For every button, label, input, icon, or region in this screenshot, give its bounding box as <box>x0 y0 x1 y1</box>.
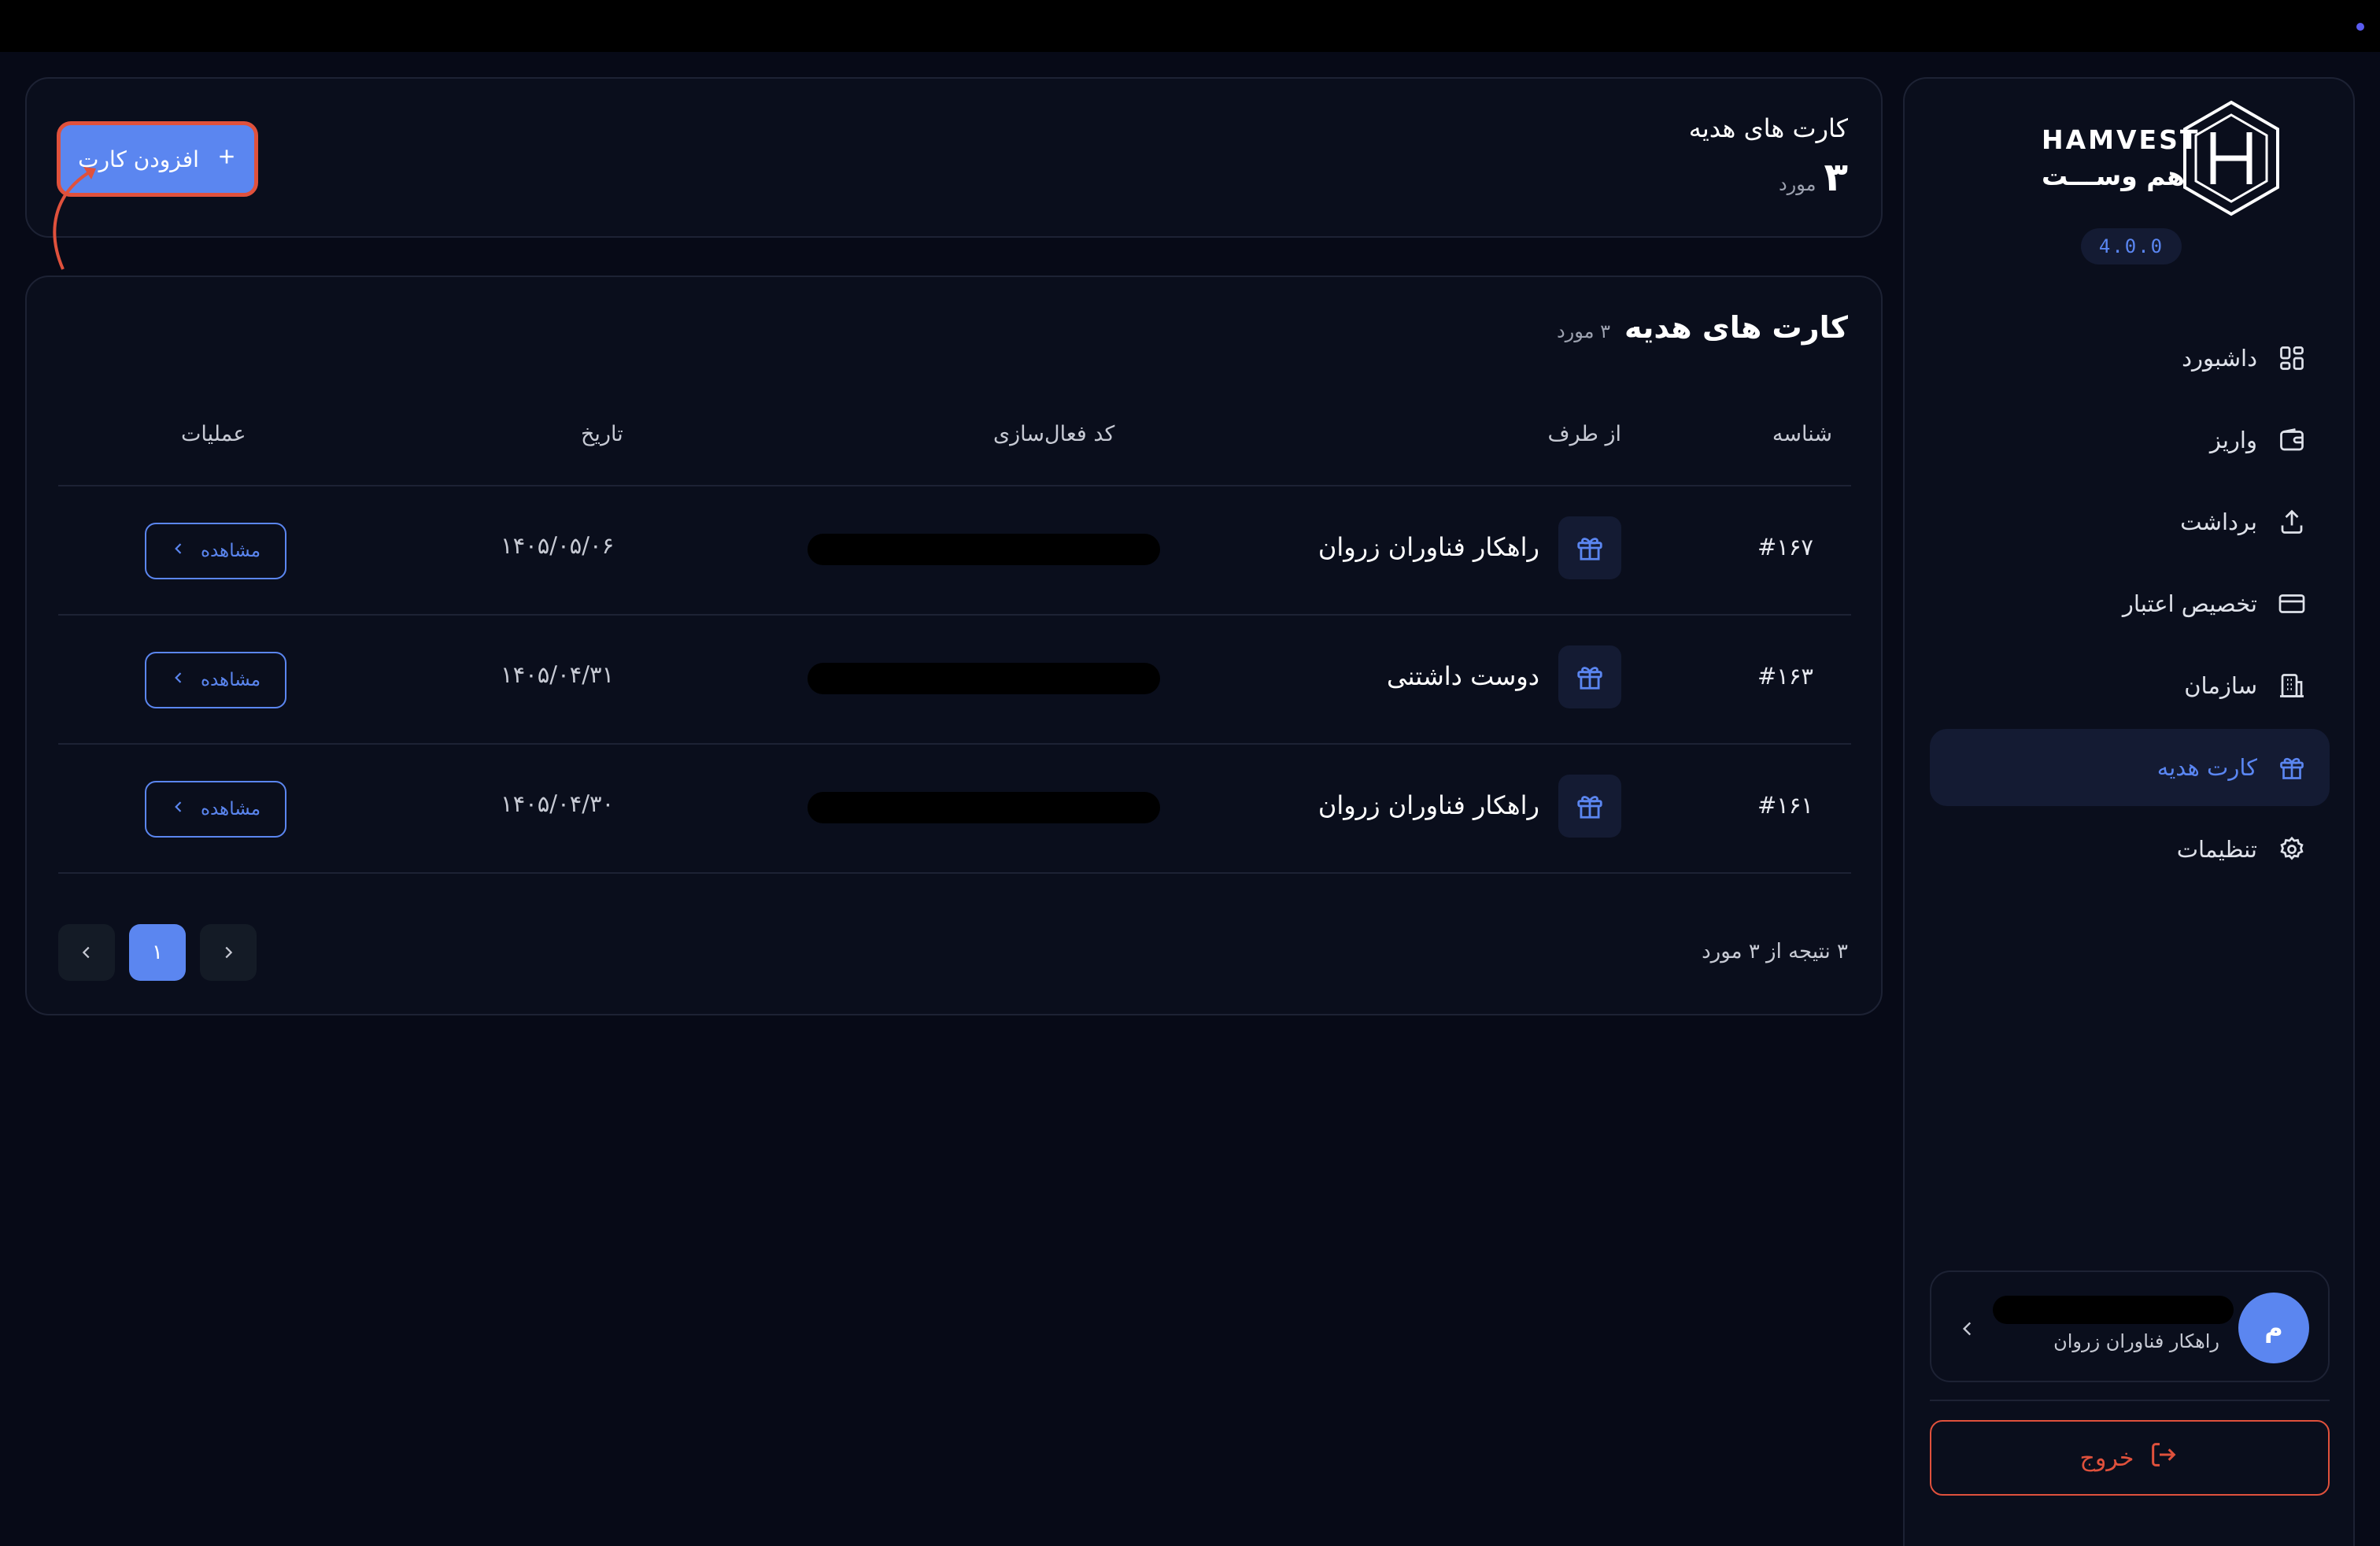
status-dot <box>2356 23 2364 31</box>
page-count: ۳ مورد <box>1779 154 1848 200</box>
cell-from: راهکار فناوران زروان <box>1318 532 1539 562</box>
table-row: #۱۶۷ راهکار فناوران زروان ۱۴۰۵/۰۵/۰۶ مشا… <box>58 486 1851 614</box>
brand-name-fa: هم وســـت <box>2042 161 2185 191</box>
add-card-button[interactable]: افزودن کارت <box>57 121 258 197</box>
pagination-next-button[interactable] <box>58 924 115 981</box>
top-bar <box>0 0 2380 52</box>
sidebar-item-label: تخصیص اعتبار <box>2122 590 2257 617</box>
brand-name-en: HAMVEST <box>2042 124 2201 155</box>
user-name-redacted <box>1993 1296 2234 1324</box>
sidebar-item-label: کارت هدیه <box>2156 754 2257 781</box>
sidebar-item-label: واریز <box>2209 427 2257 453</box>
results-summary: ۳ نتیجه از ۳ مورد <box>1702 940 1848 963</box>
logout-icon <box>2148 1439 2179 1477</box>
cell-from: راهکار فناوران زروان <box>1318 790 1539 820</box>
count-unit: مورد <box>1778 173 1816 195</box>
version-badge: 4.0.0 <box>2081 228 2182 264</box>
cell-id: #۱۶۱ <box>1757 792 1813 819</box>
brand-logo[interactable]: HAMVEST هم وســـت <box>2038 98 2290 216</box>
gift-icon <box>1558 516 1621 579</box>
table-row: #۱۶۳ دوست داشتنی ۱۴۰۵/۰۴/۳۱ مشاهده <box>58 616 1851 743</box>
logout-button[interactable]: خروج <box>1930 1420 2330 1496</box>
cell-date: ۱۴۰۵/۰۴/۳۱ <box>501 661 615 688</box>
cell-date: ۱۴۰۵/۰۵/۰۶ <box>501 532 615 559</box>
sidebar-item-deposit[interactable]: واریز <box>1930 401 2330 479</box>
table-count: ۳ مورد <box>1556 320 1611 342</box>
sidebar-item-label: داشبورد <box>2182 345 2257 372</box>
sidebar-item-settings[interactable]: تنظیمات <box>1930 811 2330 888</box>
gear-icon <box>2276 834 2308 865</box>
view-label: مشاهده <box>200 670 261 690</box>
view-label: مشاهده <box>200 541 261 561</box>
plus-icon <box>216 146 237 172</box>
activation-code-redacted <box>808 534 1160 565</box>
wallet-icon <box>2276 424 2308 456</box>
chevron-right-icon <box>225 946 233 959</box>
chevron-left-icon <box>171 541 187 561</box>
user-profile-card[interactable]: م راهکار فناوران زروان <box>1930 1270 2330 1382</box>
user-organization: راهکار فناوران زروان <box>2053 1330 2219 1352</box>
avatar: م <box>2238 1293 2309 1363</box>
pagination-prev-button[interactable] <box>200 924 257 981</box>
column-header-date: تاریخ <box>581 422 623 446</box>
cell-from: دوست داشتنی <box>1386 661 1539 691</box>
gift-cards-table-panel: کارت های هدیه ۳ مورد شناسه از طرف کد فعا… <box>25 276 1883 1015</box>
view-button[interactable]: مشاهده <box>145 652 286 708</box>
sidebar-item-gift-card[interactable]: کارت هدیه <box>1930 729 2330 806</box>
sidebar-item-label: سازمان <box>2184 672 2257 699</box>
dashboard-grid-icon <box>2276 342 2308 374</box>
chevron-left-icon <box>171 670 187 690</box>
pagination-page-button[interactable]: ۱ <box>129 924 186 981</box>
page-title: کارت های هدیه <box>1688 113 1848 143</box>
sidebar-item-label: برداشت <box>2180 509 2257 535</box>
page-header: کارت های هدیه ۳ مورد افزودن کارت <box>25 77 1883 238</box>
sidebar-item-credit-allocation[interactable]: تخصیص اعتبار <box>1930 565 2330 642</box>
table-header: کارت های هدیه ۳ مورد <box>1557 310 1848 345</box>
activation-code-redacted <box>808 792 1160 823</box>
cell-date: ۱۴۰۵/۰۴/۳۰ <box>501 790 615 817</box>
pagination: ۱ <box>58 924 257 981</box>
add-card-label: افزودن کارت <box>78 146 199 172</box>
sidebar-item-dashboard[interactable]: داشبورد <box>1930 320 2330 397</box>
upload-icon <box>2276 506 2308 538</box>
count-number: ۳ <box>1824 154 1848 200</box>
hamvest-logo-icon <box>2183 100 2279 216</box>
sidebar-item-withdraw[interactable]: برداشت <box>1930 483 2330 560</box>
table-row: #۱۶۱ راهکار فناوران زروان ۱۴۰۵/۰۴/۳۰ مشا… <box>58 745 1851 872</box>
view-button[interactable]: مشاهده <box>145 781 286 838</box>
column-header-actions: عملیات <box>181 422 246 446</box>
gift-icon <box>1558 645 1621 708</box>
chevron-left-icon <box>82 946 90 959</box>
table-title: کارت های هدیه <box>1624 310 1848 345</box>
chevron-left-icon <box>171 799 187 819</box>
credit-card-icon <box>2276 588 2308 620</box>
cell-id: #۱۶۷ <box>1757 534 1813 560</box>
divider <box>1930 1400 2330 1401</box>
view-label: مشاهده <box>200 799 261 819</box>
view-button[interactable]: مشاهده <box>145 523 286 579</box>
sidebar-item-label: تنظیمات <box>2176 836 2257 863</box>
chevron-left-icon <box>1953 1315 1982 1343</box>
building-icon <box>2276 670 2308 701</box>
gift-icon <box>1558 775 1621 838</box>
column-header-code: کد فعال‌سازی <box>993 422 1115 446</box>
row-divider <box>58 872 1851 874</box>
sidebar-item-organization[interactable]: سازمان <box>1930 647 2330 724</box>
sidebar: HAMVEST هم وســـت 4.0.0 داشبورد واریز بر… <box>1903 77 2355 1546</box>
column-header-id: شناسه <box>1772 422 1832 446</box>
gift-icon <box>2276 752 2308 783</box>
logout-label: خروج <box>2079 1444 2134 1472</box>
activation-code-redacted <box>808 663 1160 694</box>
cell-id: #۱۶۳ <box>1757 663 1813 690</box>
column-header-from: از طرف <box>1547 422 1622 446</box>
